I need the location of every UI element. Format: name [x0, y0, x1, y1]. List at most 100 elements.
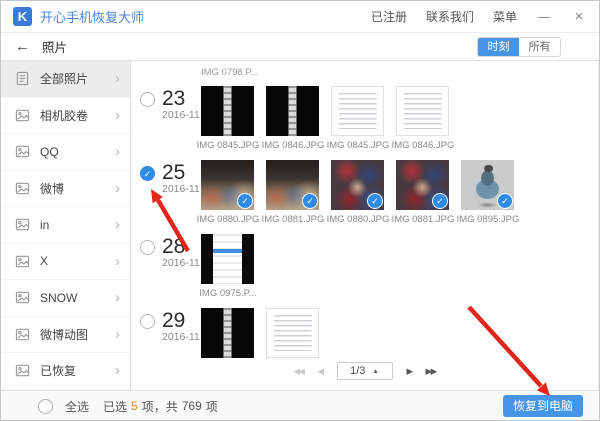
tab-all[interactable]: 所有	[519, 38, 560, 56]
group-day: 29	[162, 309, 185, 333]
page-indicator[interactable]: 1/3 ▲	[337, 362, 393, 380]
date-group: 232016-11IMG 0845.JPGIMG 0846.JPGIMG 084…	[131, 86, 598, 151]
sidebar-item-label: 全部照片	[40, 70, 115, 87]
sidebar-item-label: SNOW	[40, 291, 115, 305]
sidebar-item-label: 微博动图	[40, 326, 115, 343]
photo-thumbnail[interactable]	[331, 86, 384, 136]
close-button[interactable]: ×	[571, 8, 587, 25]
selected-middle: 项，共	[142, 398, 178, 415]
date-cell: ✓ 252016-11	[131, 160, 201, 225]
sidebar-item-9[interactable]: 已恢复›	[1, 353, 130, 390]
photo-thumbnail[interactable]: ✓	[396, 160, 449, 210]
photo-thumbnail[interactable]	[201, 308, 254, 358]
group-day: 25	[162, 161, 185, 185]
photo-thumbnail[interactable]	[201, 234, 254, 284]
select-all-checkbox[interactable]	[38, 399, 53, 414]
photo-item: IMG 0845.JPG	[201, 86, 254, 151]
sidebar-item-3[interactable]: QQ›	[1, 134, 130, 171]
select-all-label[interactable]: 全选	[65, 398, 89, 415]
photo-item: IMG 0846.JPG	[266, 86, 319, 151]
photo-thumbnail[interactable]: ✓	[266, 160, 319, 210]
photo-thumbnail[interactable]	[396, 86, 449, 136]
group-day: 28	[162, 235, 185, 259]
image-icon	[15, 108, 30, 123]
photo-filename: IMG 0881.JPG	[261, 214, 325, 225]
sidebar-item-label: 微博	[40, 180, 115, 197]
page-number: 1/3	[350, 365, 365, 377]
sidebar-item-label: 相机胶卷	[40, 107, 115, 124]
recover-to-computer-button[interactable]: 恢复到电脑	[503, 395, 583, 417]
view-toggle: 时刻 所有	[477, 37, 561, 57]
titlebar: K 开心手机恢复大师 已注册 联系我们 菜单 — ×	[1, 1, 599, 33]
sidebar-item-4[interactable]: 微博›	[1, 171, 130, 208]
group-month: 2016-11	[162, 257, 201, 269]
chevron-right-icon: ›	[115, 108, 120, 123]
sidebar-item-8[interactable]: 微博动图›	[1, 317, 130, 354]
date-cell: 292016-11	[131, 308, 201, 358]
group-checkbox[interactable]	[140, 92, 155, 107]
chevron-right-icon: ›	[115, 217, 120, 232]
selected-check-badge: ✓	[238, 194, 252, 208]
chevron-right-icon: ›	[115, 363, 120, 378]
group-checkbox[interactable]	[140, 314, 155, 329]
photo-filename: IMG 0846.JPG	[261, 140, 325, 151]
photo-filename: IMG 0895.JPG	[456, 214, 520, 225]
chevron-right-icon: ›	[115, 71, 120, 86]
prev-page-icon[interactable]: ◀	[317, 366, 322, 377]
next-page-icon[interactable]: ▶	[407, 366, 412, 377]
footer: 全选 已选 5 项，共 769 项 恢复到电脑	[1, 390, 599, 421]
photo-item	[266, 308, 319, 358]
group-month: 2016-11	[162, 331, 201, 343]
photo-item: ✓IMG 0881.JPG	[266, 160, 319, 225]
selected-check-badge: ✓	[498, 194, 512, 208]
selected-check-badge: ✓	[303, 194, 317, 208]
chevron-right-icon: ›	[115, 290, 120, 305]
photo-filename: IMG 0798.P...	[201, 67, 598, 78]
sidebar: 全部照片›相机胶卷›QQ›微博›in›X›SNOW›微博动图›已恢复›	[1, 61, 131, 390]
date-cell: 232016-11	[131, 86, 201, 151]
first-page-icon[interactable]: ◀◀	[293, 366, 303, 377]
group-checkbox[interactable]	[140, 240, 155, 255]
date-group: ✓252016-11✓IMG 0880.JPG✓IMG 0881.JPG✓IMG…	[131, 160, 598, 225]
sidebar-item-2[interactable]: 相机胶卷›	[1, 98, 130, 135]
group-month: 2016-11	[162, 109, 201, 121]
photo-thumbnail[interactable]	[201, 86, 254, 136]
app-logo-icon: K	[13, 7, 32, 26]
photo-thumbnail[interactable]: ✓	[331, 160, 384, 210]
photo-item	[201, 308, 254, 358]
photo-content: IMG 0798.P... 232016-11IMG 0845.JPGIMG 0…	[131, 61, 599, 390]
sidebar-item-1[interactable]: 全部照片›	[1, 61, 130, 98]
pagination: ◀◀ ◀ 1/3 ▲ ▶ ▶▶	[131, 362, 598, 380]
sidebar-item-7[interactable]: SNOW›	[1, 280, 130, 317]
chevron-right-icon: ›	[115, 327, 120, 342]
photo-thumbnail[interactable]: ✓	[461, 160, 514, 210]
group-day: 23	[162, 87, 185, 111]
group-month: 2016-11	[162, 183, 201, 195]
photo-thumbnail[interactable]	[266, 308, 319, 358]
sidebar-item-label: QQ	[40, 145, 115, 159]
selected-count: 5	[131, 399, 138, 413]
tab-moments[interactable]: 时刻	[478, 38, 519, 56]
minimize-button[interactable]: —	[536, 9, 552, 24]
menu-link[interactable]: 菜单	[493, 8, 517, 25]
date-group: 282016-11IMG 0975.P...	[131, 234, 598, 299]
group-checkbox[interactable]: ✓	[140, 166, 155, 181]
page-dropdown-caret-icon[interactable]: ▲	[372, 368, 378, 375]
selected-check-badge: ✓	[433, 194, 447, 208]
chevron-right-icon: ›	[115, 181, 120, 196]
photo-filename: IMG 0846.JPG	[391, 140, 455, 151]
contact-us-link[interactable]: 联系我们	[426, 8, 474, 25]
page-title: 照片	[42, 37, 67, 56]
selected-prefix: 已选	[103, 398, 127, 415]
registered-link[interactable]: 已注册	[371, 8, 407, 25]
back-arrow-icon[interactable]: ←	[15, 38, 30, 55]
photo-thumbnail[interactable]: ✓	[201, 160, 254, 210]
image-icon	[15, 327, 30, 342]
sidebar-item-5[interactable]: in›	[1, 207, 130, 244]
photo-thumbnail[interactable]	[266, 86, 319, 136]
last-page-icon[interactable]: ▶▶	[426, 366, 436, 377]
image-icon	[15, 144, 30, 159]
photo-item: IMG 0846.JPG	[396, 86, 449, 151]
photo-groups: 232016-11IMG 0845.JPGIMG 0846.JPGIMG 084…	[131, 86, 598, 358]
sidebar-item-6[interactable]: X›	[1, 244, 130, 281]
